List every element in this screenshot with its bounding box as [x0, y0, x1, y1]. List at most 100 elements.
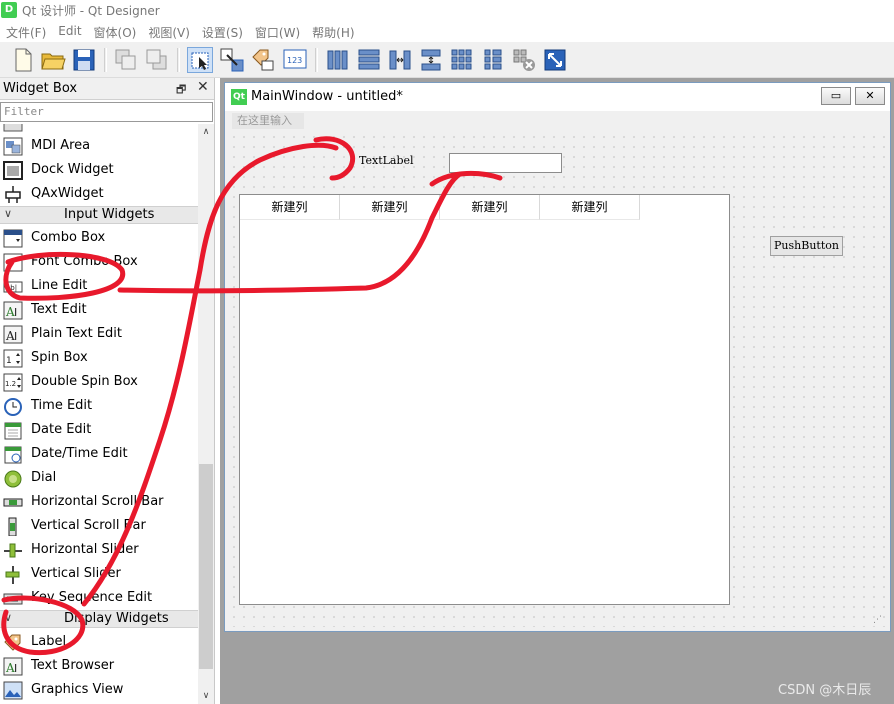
list-item-spin-box[interactable]: 1 Spin Box	[0, 346, 198, 370]
toolbar-separator	[104, 48, 107, 72]
list-item-text-edit[interactable]: AI Text Edit	[0, 298, 198, 322]
form-canvas[interactable]: 在这里输入 TextLabel 新建列 新建列 新建列 新建列 PushButt…	[229, 112, 885, 627]
minimize-button[interactable]: ▭	[821, 87, 851, 105]
list-item-label: Dock Widget	[31, 162, 114, 177]
tag-icon	[3, 633, 23, 652]
form-window-title: MainWindow - untitled*	[251, 89, 403, 104]
layout-vertical-icon[interactable]	[356, 47, 382, 73]
list-item-label: Double Spin Box	[31, 374, 138, 389]
list-item-dial[interactable]: Dial	[0, 466, 198, 490]
form-window: Qt MainWindow - untitled* ▭ ✕ 在这里输入 Text…	[224, 82, 891, 632]
table-column-header[interactable]: 新建列	[540, 195, 640, 220]
table-widget[interactable]: 新建列 新建列 新建列 新建列	[239, 194, 730, 605]
mdi-area-icon	[3, 137, 23, 156]
push-button-widget[interactable]: PushButton	[770, 236, 843, 256]
list-item-graphics-view[interactable]: Graphics View	[0, 678, 198, 702]
menu-view[interactable]: 视图(V)	[142, 22, 196, 42]
list-item-label-widget[interactable]: Label	[0, 630, 198, 654]
edit-tab-order-icon[interactable]: 123	[282, 47, 308, 73]
table-column-header[interactable]: 新建列	[440, 195, 540, 220]
adjust-size-icon[interactable]	[542, 47, 568, 73]
font-combo-box-icon: f	[3, 253, 23, 272]
list-item-vertical-slider[interactable]: Vertical Slider	[0, 562, 198, 586]
list-item-vertical-scroll-bar[interactable]: Vertical Scroll Bar	[0, 514, 198, 538]
qt-icon: Qt	[231, 89, 247, 105]
list-item-label: Time Edit	[31, 398, 93, 413]
qt-designer-icon: D	[1, 2, 17, 18]
category-display-widgets[interactable]: ∨ Display Widgets	[0, 610, 198, 628]
table-column-header[interactable]: 新建列	[240, 195, 340, 220]
layout-grid-icon[interactable]	[449, 47, 475, 73]
list-item-line-edit[interactable]: ab| Line Edit	[0, 274, 198, 298]
layout-vertical-splitter-icon[interactable]	[418, 47, 444, 73]
spin-box-icon: 1	[3, 349, 23, 368]
category-input-widgets[interactable]: ∨ Input Widgets	[0, 206, 198, 224]
edit-widgets-icon[interactable]	[187, 47, 213, 73]
list-item-horizontal-slider[interactable]: Horizontal Slider	[0, 538, 198, 562]
chevron-down-icon: ∨	[4, 207, 13, 220]
layout-horizontal-splitter-icon[interactable]	[387, 47, 413, 73]
toolbar-separator	[315, 48, 318, 72]
chevron-up-icon[interactable]: ∧	[198, 124, 214, 140]
menu-settings[interactable]: 设置(S)	[196, 22, 249, 42]
menu-form[interactable]: 窗体(O)	[88, 22, 143, 42]
list-item-double-spin-box[interactable]: 1.2 Double Spin Box	[0, 370, 198, 394]
list-item-plain-text-edit[interactable]: AI Plain Text Edit	[0, 322, 198, 346]
menu-help[interactable]: 帮助(H)	[306, 22, 360, 42]
vertical-slider-icon	[3, 565, 23, 584]
table-column-header[interactable]: 新建列	[340, 195, 440, 220]
scrollbar-thumb[interactable]	[199, 464, 213, 669]
list-item-qaxwidget[interactable]: QAxWidget	[0, 182, 198, 206]
graphics-view-icon	[3, 681, 23, 700]
list-item-font-combo-box[interactable]: f Font Combo Box	[0, 250, 198, 274]
list-item-label: Vertical Slider	[31, 566, 121, 581]
type-here-menu-placeholder[interactable]: 在这里输入	[232, 113, 304, 129]
list-item-combo-box[interactable]: Combo Box	[0, 226, 198, 250]
list-item-label: Label	[31, 634, 67, 649]
bring-to-front-icon[interactable]	[144, 47, 170, 73]
list-item-key-sequence-edit[interactable]: Key Sequence Edit	[0, 586, 198, 610]
widget-list-scrollbar[interactable]: ∧ ∨	[198, 124, 214, 704]
list-item-dock-widget[interactable]: Dock Widget	[0, 158, 198, 182]
double-spin-box-icon: 1.2	[3, 373, 23, 392]
list-item-label: Date/Time Edit	[31, 446, 128, 461]
list-item-horizontal-scroll-bar[interactable]: Horizontal Scroll Bar	[0, 490, 198, 514]
list-item-datetime-edit[interactable]: Date/Time Edit	[0, 442, 198, 466]
new-file-icon[interactable]	[10, 47, 36, 73]
category-label: Display Widgets	[64, 611, 169, 626]
list-item-mdi-area[interactable]: MDI Area	[0, 134, 198, 158]
menu-file[interactable]: 文件(F)	[0, 22, 52, 42]
chevron-down-icon[interactable]: ∨	[198, 688, 214, 704]
resize-grip-icon[interactable]: ⋰	[873, 615, 883, 625]
layout-form-icon[interactable]	[480, 47, 506, 73]
send-to-back-icon[interactable]	[113, 47, 139, 73]
form-window-titlebar[interactable]: Qt MainWindow - untitled* ▭ ✕	[225, 83, 890, 111]
filter-input[interactable]: Filter	[0, 102, 213, 122]
list-item-label: MDI Area	[31, 138, 91, 153]
list-item-label: Horizontal Scroll Bar	[31, 494, 164, 509]
list-item-partial[interactable]	[0, 124, 198, 134]
list-item-text-browser[interactable]: AI Text Browser	[0, 654, 198, 678]
menu-edit[interactable]: Edit	[52, 22, 87, 42]
svg-text:I: I	[14, 330, 17, 343]
line-edit-widget[interactable]	[449, 153, 562, 173]
close-icon[interactable]: ✕	[197, 79, 209, 95]
app-titlebar: D Qt 设计师 - Qt Designer	[0, 0, 894, 22]
menu-window[interactable]: 窗口(W)	[249, 22, 306, 42]
calendar-icon	[3, 421, 23, 440]
float-icon[interactable]: 🗗	[176, 81, 186, 100]
save-icon[interactable]	[71, 47, 97, 73]
break-layout-icon[interactable]	[511, 47, 537, 73]
list-item-time-edit[interactable]: Time Edit	[0, 394, 198, 418]
list-item-label: Font Combo Box	[31, 254, 138, 269]
edit-signals-slots-icon[interactable]	[219, 47, 245, 73]
horizontal-scroll-bar-icon	[3, 493, 23, 512]
text-label-widget[interactable]: TextLabel	[359, 154, 414, 167]
layout-horizontal-icon[interactable]	[325, 47, 351, 73]
edit-buddies-icon[interactable]	[250, 47, 276, 73]
list-item-date-edit[interactable]: Date Edit	[0, 418, 198, 442]
calendar-clock-icon	[3, 445, 23, 464]
open-folder-icon[interactable]	[40, 47, 66, 73]
close-button[interactable]: ✕	[855, 87, 885, 105]
qaxwidget-icon	[3, 185, 23, 204]
